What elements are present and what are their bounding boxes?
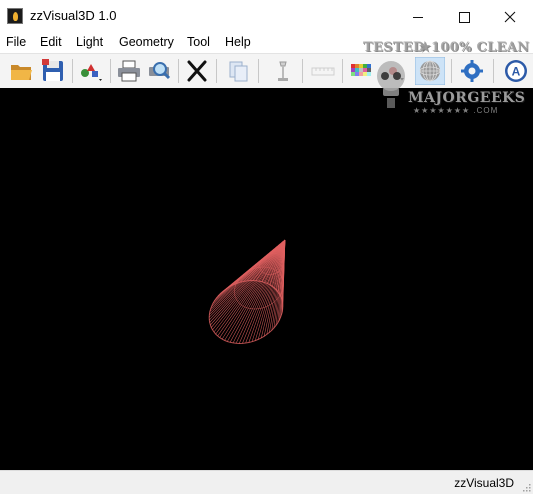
status-text: zzVisual3D (454, 476, 514, 490)
toolbar-separator (302, 59, 303, 83)
title-bar[interactable]: zzVisual3D 1.0 (0, 0, 533, 32)
toolbar-separator (493, 59, 494, 83)
toolbar-separator (451, 59, 452, 83)
toolbar-separator (178, 59, 179, 83)
minimize-icon (413, 16, 423, 18)
menu-help[interactable]: Help (225, 35, 251, 49)
app-icon[interactable] (7, 8, 23, 24)
lamp-icon[interactable] (270, 58, 296, 84)
status-bar: zzVisual3D (0, 470, 533, 494)
toolbar: A (0, 53, 533, 89)
toolbar-separator (72, 59, 73, 83)
toolbar-separator (216, 59, 217, 83)
app-window: zzVisual3D 1.0 File Edit Light Geometry … (0, 0, 533, 494)
toolbar-separator (110, 59, 111, 83)
open-folder-icon[interactable] (9, 58, 35, 84)
resize-grip-icon[interactable] (521, 482, 531, 492)
menu-light[interactable]: Light (76, 35, 103, 49)
cone-wireframe (208, 239, 286, 345)
print-icon[interactable] (116, 58, 142, 84)
close-button[interactable] (487, 0, 533, 32)
menu-bar: File Edit Light Geometry Tool Help (0, 33, 533, 52)
cone-model (208, 239, 286, 345)
maximize-button[interactable] (441, 0, 487, 32)
about-icon[interactable]: A (503, 58, 529, 84)
color-palette-icon[interactable] (349, 58, 375, 84)
copy-icon[interactable] (226, 58, 252, 84)
window-title: zzVisual3D 1.0 (30, 8, 117, 23)
3d-viewport[interactable] (0, 88, 533, 470)
toolbar-separator (258, 59, 259, 83)
close-icon (504, 11, 516, 23)
gear-icon[interactable] (459, 58, 485, 84)
shapes-dropdown-icon[interactable] (78, 58, 104, 84)
scissors-icon[interactable] (184, 58, 210, 84)
menu-geometry[interactable]: Geometry (119, 35, 174, 49)
print-preview-icon[interactable] (146, 58, 172, 84)
menu-file[interactable]: File (6, 35, 26, 49)
menu-tool[interactable]: Tool (187, 35, 210, 49)
svg-text:A: A (512, 65, 521, 79)
point-dropdown-icon[interactable] (381, 58, 407, 84)
minimize-button[interactable] (395, 0, 441, 32)
toolbar-separator (342, 59, 343, 83)
maximize-icon (458, 11, 470, 23)
ruler-icon[interactable] (310, 58, 336, 84)
save-icon[interactable] (40, 58, 66, 84)
menu-edit[interactable]: Edit (40, 35, 62, 49)
wireframe-sphere-icon[interactable] (415, 57, 445, 85)
